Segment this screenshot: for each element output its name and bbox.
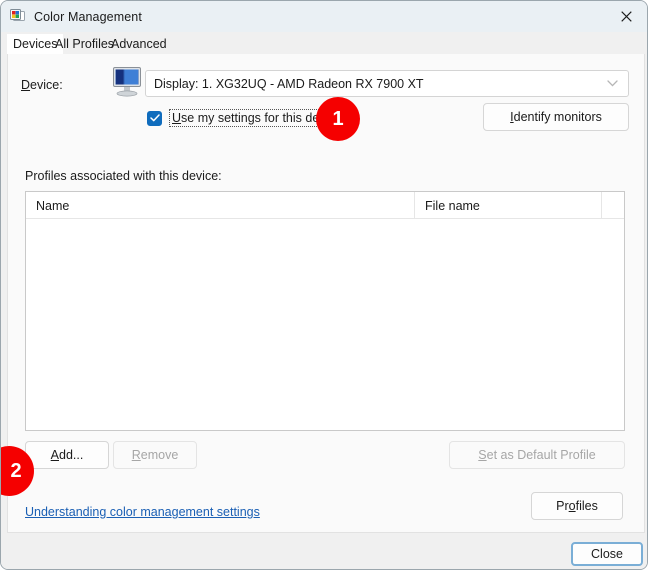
use-my-settings-checkbox[interactable]: Use my settings for this device [147, 109, 345, 127]
profiles-listbox[interactable]: Name File name [25, 191, 625, 431]
profiles-button-label: Profiles [556, 499, 598, 513]
understanding-color-management-link[interactable]: Understanding color management settings [25, 505, 260, 519]
close-button-label: Close [591, 547, 623, 561]
color-management-icon [10, 8, 26, 25]
device-combobox-value: Display: 1. XG32UQ - AMD Radeon RX 7900 … [154, 76, 424, 91]
profiles-section-label: Profiles associated with this device: [25, 169, 222, 183]
device-combobox[interactable]: Display: 1. XG32UQ - AMD Radeon RX 7900 … [145, 70, 629, 97]
monitor-icon [111, 64, 145, 98]
dialog-footer [1, 533, 647, 569]
close-button[interactable]: Close [571, 542, 643, 566]
column-header-name[interactable]: Name [26, 192, 414, 219]
identify-monitors-button[interactable]: Identify monitors [483, 103, 629, 131]
identify-monitors-label: Identify monitors [510, 110, 602, 124]
column-header-extra[interactable] [601, 192, 624, 219]
remove-profile-label: Remove [131, 448, 179, 462]
tab-advanced-label: Advanced [111, 37, 167, 51]
column-header-file-name[interactable]: File name [414, 192, 601, 219]
add-profile-button[interactable]: Add... [25, 441, 109, 469]
close-icon[interactable] [603, 1, 647, 32]
add-profile-label: Add... [50, 448, 84, 462]
color-management-dialog: Color Management Devices All Profiles Ad… [0, 0, 648, 570]
chevron-down-icon [607, 80, 618, 87]
profiles-button[interactable]: Profiles [531, 492, 623, 520]
tab-advanced[interactable]: Advanced [105, 34, 173, 54]
title-bar: Color Management [1, 1, 647, 33]
remove-profile-button[interactable]: Remove [113, 441, 197, 469]
device-label: Device: [21, 78, 63, 92]
set-default-profile-button[interactable]: Set as Default Profile [449, 441, 625, 469]
tab-strip: Devices All Profiles Advanced [1, 32, 647, 54]
annotation-badge-1: 1 [316, 97, 360, 141]
profiles-list-header: Name File name [26, 192, 624, 219]
set-default-profile-label: Set as Default Profile [478, 448, 596, 462]
checkmark-icon [147, 110, 162, 126]
window-title: Color Management [34, 9, 142, 24]
